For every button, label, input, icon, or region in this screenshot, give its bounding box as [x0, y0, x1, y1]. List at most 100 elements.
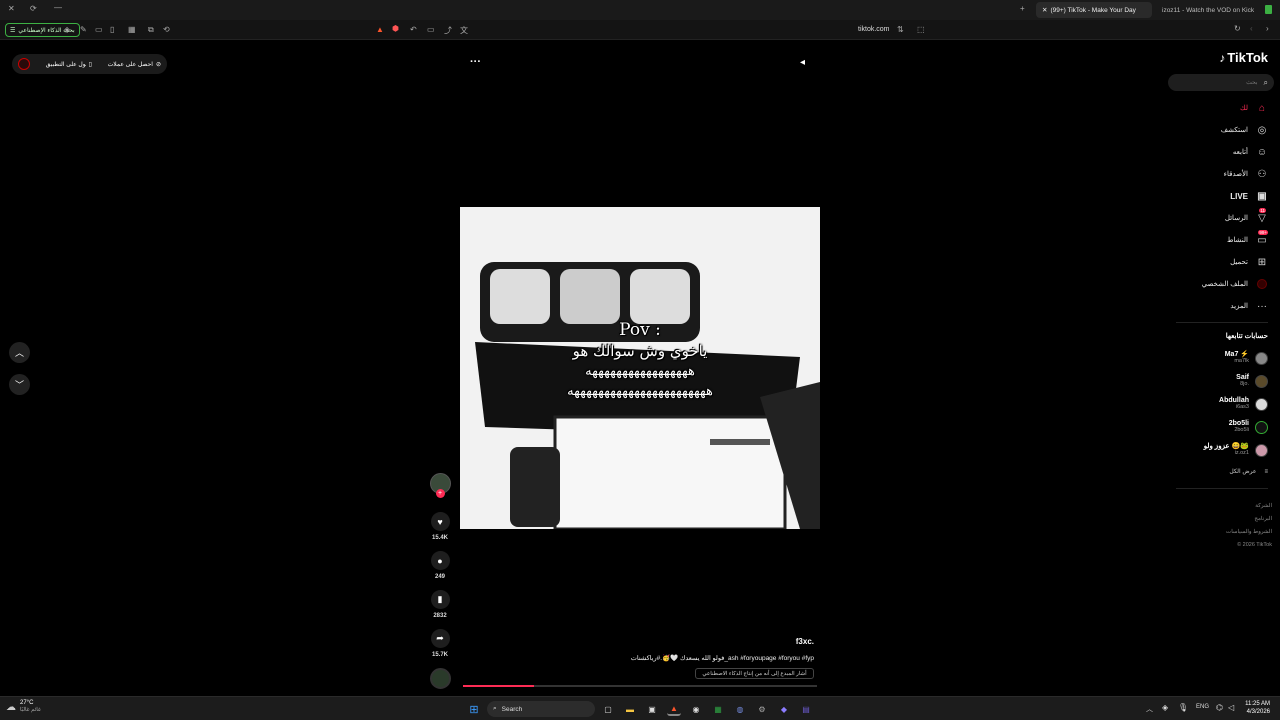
- weather-widget[interactable]: ☁ 27°C غائم غالبًا: [6, 700, 41, 714]
- file-explorer-icon[interactable]: ▬: [623, 702, 637, 716]
- cast-icon[interactable]: ⧉: [148, 25, 154, 35]
- browser-title-bar: ✕ ⟳ — + ✕ (99+) TikTok - Make Your Day i…: [0, 0, 1280, 20]
- tray-app-icon[interactable]: ◈: [1162, 703, 1168, 712]
- following-account[interactable]: عزوز ولو 😄🐸 iz.oz1: [1204, 440, 1268, 460]
- following-account[interactable]: 2bo5li 2bo5li: [1229, 417, 1268, 437]
- comment-button[interactable]: ● 249: [430, 551, 450, 580]
- new-tab-icon[interactable]: +: [1020, 4, 1025, 13]
- footer-link[interactable]: البرنامج: [1226, 513, 1272, 526]
- cloud-icon: ☁: [6, 701, 16, 713]
- overlay-line: هههههههههههههههههه: [585, 364, 695, 379]
- sidebar-item-explore[interactable]: استكشف ◎: [1221, 122, 1268, 138]
- address-bar[interactable]: tiktok.com: [858, 26, 890, 33]
- sidebar-item-profile[interactable]: الملف الشخصي: [1202, 276, 1268, 292]
- sidebar-item-activity[interactable]: النشاط ▭ 99+: [1227, 230, 1268, 248]
- upload-icon: ⊞: [1257, 256, 1267, 268]
- back-nav-icon[interactable]: ›: [1266, 24, 1269, 33]
- more-options-icon[interactable]: ···: [470, 56, 481, 68]
- tray-overflow-icon[interactable]: ︿: [1146, 704, 1153, 714]
- tab-kick[interactable]: izoz11 - Watch the VOD on Kick: [1156, 2, 1260, 18]
- minimize-icon[interactable]: —: [54, 3, 62, 12]
- messages-icon: ▽ 11: [1258, 208, 1266, 224]
- chrome-icon[interactable]: ◉: [689, 702, 703, 716]
- video-caption: فولو الله يسعدك 🤍🥳.#رياكشنات_ash #foryou…: [630, 655, 814, 662]
- like-count: 15.4K: [431, 535, 448, 541]
- clock[interactable]: 11:25 AM 4/3/2026: [1238, 700, 1270, 716]
- sidebar-item-friends[interactable]: الأصدقاء ⚇: [1224, 166, 1268, 182]
- author-name[interactable]: f3xc.: [600, 637, 814, 646]
- taskbar-search[interactable]: ⌕ Search: [487, 701, 595, 717]
- progress-track[interactable]: [463, 685, 817, 687]
- sidebar-item-following[interactable]: أتابعه ☺: [1233, 144, 1268, 160]
- see-all-link[interactable]: عرض الكل ≡: [1229, 468, 1268, 476]
- task-view-icon[interactable]: ▢: [601, 702, 615, 716]
- tab-close-icon[interactable]: ✕: [1042, 6, 1047, 14]
- language-indicator[interactable]: ENG: [1196, 704, 1209, 710]
- reload-icon[interactable]: ⟳: [30, 4, 37, 13]
- sidebar-item-messages[interactable]: الرسائل ▽ 11: [1225, 208, 1268, 226]
- share-icon[interactable]: ⤴: [444, 25, 452, 36]
- footer-link[interactable]: الشركة: [1226, 500, 1272, 513]
- sidebar-icon[interactable]: ▯: [110, 25, 114, 34]
- forward-icon[interactable]: ‹: [1250, 24, 1253, 33]
- terminal-icon[interactable]: ▦: [711, 702, 725, 716]
- save-button[interactable]: ▮ 2832: [430, 590, 450, 619]
- follow-plus-icon[interactable]: +: [435, 489, 445, 498]
- overlay-line: ياخوي وش سوالك هو: [572, 342, 708, 360]
- sidebar-item-for-you[interactable]: لك ⌂: [1240, 100, 1268, 116]
- following-account[interactable]: Ma7 ⚡ ma7lk: [1225, 348, 1268, 368]
- ai-generated-label: أشار المبدع إلى أنه من إنتاج الذكاء الاص…: [695, 668, 814, 679]
- sidebar-item-live[interactable]: LIVE ▣: [1230, 188, 1268, 204]
- windows-start-icon[interactable]: ⊞: [467, 702, 481, 716]
- app-icon[interactable]: ◆: [777, 702, 791, 716]
- sound-avatar[interactable]: [430, 668, 451, 689]
- like-button[interactable]: ♥ 15.4K: [430, 512, 450, 541]
- split-icon[interactable]: ▦: [128, 25, 136, 34]
- sync-icon[interactable]: ⟲: [163, 25, 170, 34]
- volume-icon[interactable]: ◁: [1228, 703, 1234, 712]
- brave-icon[interactable]: ▲: [376, 25, 384, 34]
- footer-link[interactable]: الشروط والسياسات: [1226, 526, 1272, 539]
- video-player[interactable]: Pov : ياخوي وش سوالك هو هههههههههههههههه…: [460, 207, 820, 529]
- brave-browser-icon[interactable]: ▲: [667, 702, 681, 716]
- shield-icon[interactable]: ◈: [64, 25, 70, 34]
- translate-icon[interactable]: 文: [460, 25, 468, 36]
- discord-icon[interactable]: ◍: [733, 702, 747, 716]
- following-account[interactable]: Abdullah i6as3: [1219, 394, 1268, 414]
- refresh-icon[interactable]: ↻: [1234, 24, 1241, 33]
- previous-video-button[interactable]: ︿: [9, 342, 30, 363]
- pip-icon[interactable]: ▭: [427, 25, 435, 34]
- store-icon[interactable]: ▣: [645, 702, 659, 716]
- search-icon: ⌕: [1263, 77, 1268, 87]
- tiktok-note-icon: ♪: [1219, 50, 1226, 65]
- mic-icon[interactable]: 🎙: [1178, 703, 1188, 712]
- following-account[interactable]: Saif 8jo.: [1236, 371, 1268, 391]
- message-badge: 11: [1259, 208, 1266, 213]
- browser-toolbar: ☰ بحث الذكاء الإصطناعي ◈ ✎ ▭ ▯ ▦ ⧉ ⟲ ▲ ⬢…: [0, 20, 1280, 40]
- sidebar-item-upload[interactable]: تحميل ⊞: [1230, 254, 1268, 270]
- close-window-icon[interactable]: ✕: [8, 4, 15, 13]
- tiktok-logo[interactable]: ♪ TikTok: [1219, 50, 1268, 65]
- network-icon[interactable]: ⌬: [1216, 703, 1223, 712]
- site-settings-icon[interactable]: ⇅: [897, 25, 904, 34]
- creator-avatar-button[interactable]: +: [430, 473, 451, 498]
- windows-taskbar: ☁ 27°C غائم غالبًا ⊞ ⌕ Search ▢ ▬ ▣ ▲ ◉ …: [0, 696, 1280, 720]
- share-count: 15.7K: [431, 652, 448, 658]
- brave-shield-icon[interactable]: ⬢: [392, 24, 399, 33]
- search-input[interactable]: بحث ⌕: [1168, 74, 1274, 91]
- screenshot-icon[interactable]: ▭: [95, 25, 103, 34]
- settings-icon[interactable]: ⚙: [755, 702, 769, 716]
- bookmark-icon[interactable]: ⬚: [917, 25, 925, 34]
- get-app-link[interactable]: الحصول على التطبيق ▯: [46, 61, 92, 68]
- kick-favicon-icon: [1265, 5, 1272, 14]
- extension-icon[interactable]: ✎: [80, 25, 87, 34]
- get-coins-link[interactable]: احصل على عملات ⊘: [108, 61, 161, 68]
- share-button[interactable]: ➦ 15.7K: [430, 629, 450, 658]
- tab-tiktok[interactable]: ✕ (99+) TikTok - Make Your Day: [1036, 2, 1152, 18]
- teams-icon[interactable]: ▤: [799, 702, 813, 716]
- back-icon[interactable]: ↶: [410, 25, 417, 34]
- sidebar-item-more[interactable]: المزيد ···: [1230, 298, 1268, 314]
- friends-icon: ⚇: [1257, 168, 1267, 180]
- next-video-button[interactable]: ﹀: [9, 374, 30, 395]
- volume-icon[interactable]: ◂: [800, 57, 805, 68]
